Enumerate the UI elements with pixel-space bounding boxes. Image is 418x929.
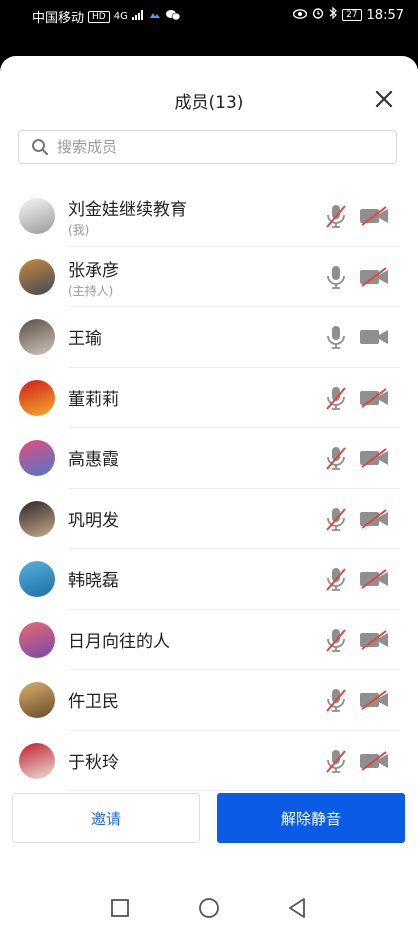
mic-icon[interactable] <box>324 324 348 350</box>
mic-muted-icon[interactable] <box>324 748 348 774</box>
battery-level: 27 <box>342 9 362 21</box>
member-row[interactable]: 日月向往的人 <box>0 610 418 670</box>
mic-muted-icon[interactable] <box>324 445 348 471</box>
close-button[interactable] <box>374 89 394 109</box>
avatar <box>19 198 55 234</box>
status-time: 18:57 <box>366 7 404 23</box>
avatar <box>19 379 55 416</box>
mic-muted-icon[interactable] <box>324 687 348 713</box>
mic-muted-icon[interactable] <box>324 566 348 592</box>
member-name: 张承彦 <box>68 260 119 281</box>
avatar <box>19 742 55 779</box>
mic-muted-icon[interactable] <box>324 627 348 653</box>
member-name: 刘金娃继续教育 <box>68 200 187 220</box>
unmute-all-button[interactable]: 解除静音 <box>217 793 405 843</box>
status-left: 中国移动 HD 4G <box>32 7 181 26</box>
row-divider <box>68 790 400 791</box>
status-bar: 中国移动 HD 4G 27 18:57 <box>0 0 418 30</box>
system-nav-bar <box>0 890 418 929</box>
member-row[interactable]: 刘金娃继续教育 (我) <box>0 186 418 247</box>
mic-muted-icon[interactable] <box>324 203 348 229</box>
signal-icon <box>131 9 144 24</box>
carrier-name: 中国移动 <box>32 11 85 26</box>
search-input[interactable] <box>55 137 359 157</box>
cloud-icon <box>148 9 162 24</box>
member-name: 韩晓磊 <box>68 571 119 591</box>
avatar <box>19 682 55 718</box>
home-button[interactable] <box>197 896 221 920</box>
member-name: 巩明发 <box>68 510 119 531</box>
member-name: 高惠霞 <box>68 450 119 470</box>
mic-muted-icon[interactable] <box>324 385 348 411</box>
member-row[interactable]: 王瑜 <box>0 307 418 368</box>
member-row[interactable]: 张承彦 (主持人) <box>0 247 418 307</box>
status-right: 27 18:57 <box>292 6 404 23</box>
camera-off-icon[interactable] <box>359 629 389 650</box>
square-icon <box>111 899 129 917</box>
network-type: 4G <box>113 11 128 22</box>
camera-off-icon[interactable] <box>359 508 389 529</box>
members-sheet: 成员(13) 刘金娃继续教育 (我) 张承彦 (主持人) 王瑜 董莉莉 高惠霞 巩明… <box>0 56 418 929</box>
eye-icon <box>292 8 308 23</box>
member-row[interactable]: 韩晓磊 <box>0 549 418 610</box>
bluetooth-icon <box>329 6 337 23</box>
member-role-label: (主持人) <box>68 283 114 298</box>
search-icon <box>32 139 49 156</box>
member-row[interactable]: 高惠霞 <box>0 428 418 489</box>
avatar <box>19 440 55 476</box>
avatar <box>19 561 55 597</box>
hd-badge: HD <box>88 10 110 23</box>
alarm-icon <box>312 7 324 23</box>
member-row[interactable]: 董莉莉 <box>0 368 418 428</box>
member-row[interactable]: 仵卫民 <box>0 670 418 731</box>
triangle-back-icon <box>289 898 305 918</box>
member-row[interactable]: 巩明发 <box>0 489 418 549</box>
camera-off-icon[interactable] <box>359 569 389 589</box>
member-name: 王瑜 <box>68 329 102 349</box>
camera-off-icon[interactable] <box>359 266 389 287</box>
avatar <box>19 621 55 658</box>
camera-off-icon[interactable] <box>359 750 389 771</box>
wechat-icon <box>165 9 181 25</box>
member-name: 董莉莉 <box>68 389 119 410</box>
recent-apps-button[interactable] <box>108 896 132 920</box>
camera-icon[interactable] <box>359 327 389 347</box>
member-name: 日月向往的人 <box>68 631 170 652</box>
member-name: 仵卫民 <box>68 692 119 712</box>
member-role-label: (我) <box>68 223 90 237</box>
dialog-title: 成员(13) <box>174 93 244 113</box>
camera-off-icon[interactable] <box>359 387 389 408</box>
avatar <box>19 319 55 355</box>
back-button[interactable] <box>285 896 309 920</box>
camera-off-icon[interactable] <box>359 448 389 468</box>
avatar <box>19 258 55 295</box>
member-row[interactable]: 于秋玲 <box>0 731 418 791</box>
invite-button[interactable]: 邀请 <box>12 793 200 843</box>
member-name: 于秋玲 <box>68 752 119 773</box>
mic-icon[interactable] <box>324 264 348 290</box>
circle-icon <box>199 898 219 918</box>
camera-off-icon[interactable] <box>359 206 389 226</box>
avatar <box>19 500 55 537</box>
camera-off-icon[interactable] <box>359 690 389 710</box>
close-icon <box>375 90 393 108</box>
mic-muted-icon[interactable] <box>324 506 348 532</box>
member-list: 刘金娃继续教育 (我) 张承彦 (主持人) 王瑜 董莉莉 高惠霞 巩明发 韩晓磊 <box>0 186 418 791</box>
search-box[interactable] <box>18 130 397 164</box>
